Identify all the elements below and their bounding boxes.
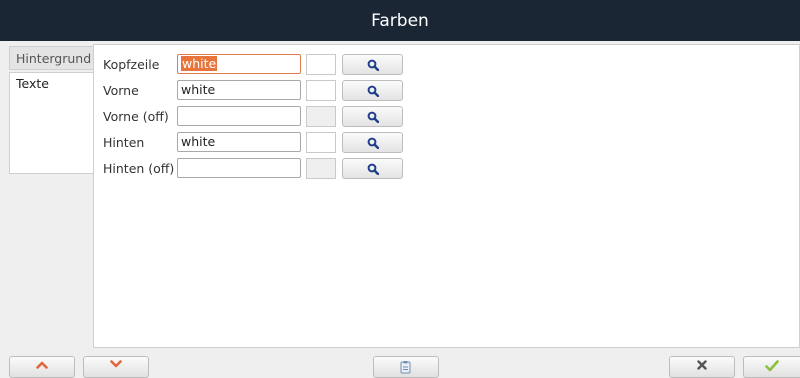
chevron-down-icon: [110, 360, 122, 368]
magnifier-icon: [367, 59, 379, 71]
ok-button[interactable]: [743, 356, 800, 378]
color-input-vorne[interactable]: white: [177, 80, 301, 100]
color-swatch: [306, 80, 336, 101]
row-label: Vorne: [103, 83, 139, 98]
row-label: Hinten: [103, 135, 145, 150]
selected-text: white: [181, 56, 218, 71]
move-down-button[interactable]: [83, 356, 149, 378]
checkmark-icon: [765, 360, 779, 372]
color-picker-button[interactable]: [342, 106, 403, 127]
color-row-hinten-off: Hinten (off): [94, 158, 794, 180]
magnifier-icon: [367, 85, 379, 97]
colors-panel: Kopfzeile white Vorne white Vorne (off): [93, 44, 800, 348]
close-icon: [697, 360, 707, 370]
color-picker-button[interactable]: [342, 132, 403, 153]
color-swatch: [306, 158, 336, 179]
color-picker-button[interactable]: [342, 54, 403, 75]
color-swatch: [306, 106, 336, 127]
color-row-vorne-off: Vorne (off): [94, 106, 794, 128]
color-swatch: [306, 54, 336, 75]
clipboard-button[interactable]: [373, 356, 439, 378]
color-input-hinten-off[interactable]: [177, 158, 301, 178]
row-label: Vorne (off): [103, 109, 169, 124]
tab-strip: Hintergrund Texte: [9, 44, 95, 348]
cancel-button[interactable]: [669, 356, 735, 378]
color-row-kopfzeile: Kopfzeile white: [94, 54, 794, 76]
color-input-hinten[interactable]: white: [177, 132, 301, 152]
color-row-vorne: Vorne white: [94, 80, 794, 102]
magnifier-icon: [367, 137, 379, 149]
color-picker-button[interactable]: [342, 158, 403, 179]
tab-texte[interactable]: Texte: [9, 72, 95, 174]
window-titlebar: Farben: [0, 0, 800, 41]
row-label: Kopfzeile: [103, 57, 160, 72]
move-up-button[interactable]: [9, 356, 75, 378]
color-swatch: [306, 132, 336, 153]
row-label: Hinten (off): [103, 161, 175, 176]
bottom-toolbar: [0, 350, 800, 378]
color-picker-button[interactable]: [342, 80, 403, 101]
window-title: Farben: [371, 10, 429, 31]
color-input-kopfzeile[interactable]: white: [177, 54, 301, 74]
color-input-vorne-off[interactable]: [177, 106, 301, 126]
magnifier-icon: [367, 111, 379, 123]
tab-hintergrund[interactable]: Hintergrund: [9, 46, 93, 70]
color-row-hinten: Hinten white: [94, 132, 794, 154]
clipboard-icon: [400, 361, 411, 374]
chevron-up-icon: [36, 361, 48, 369]
magnifier-icon: [367, 163, 379, 175]
